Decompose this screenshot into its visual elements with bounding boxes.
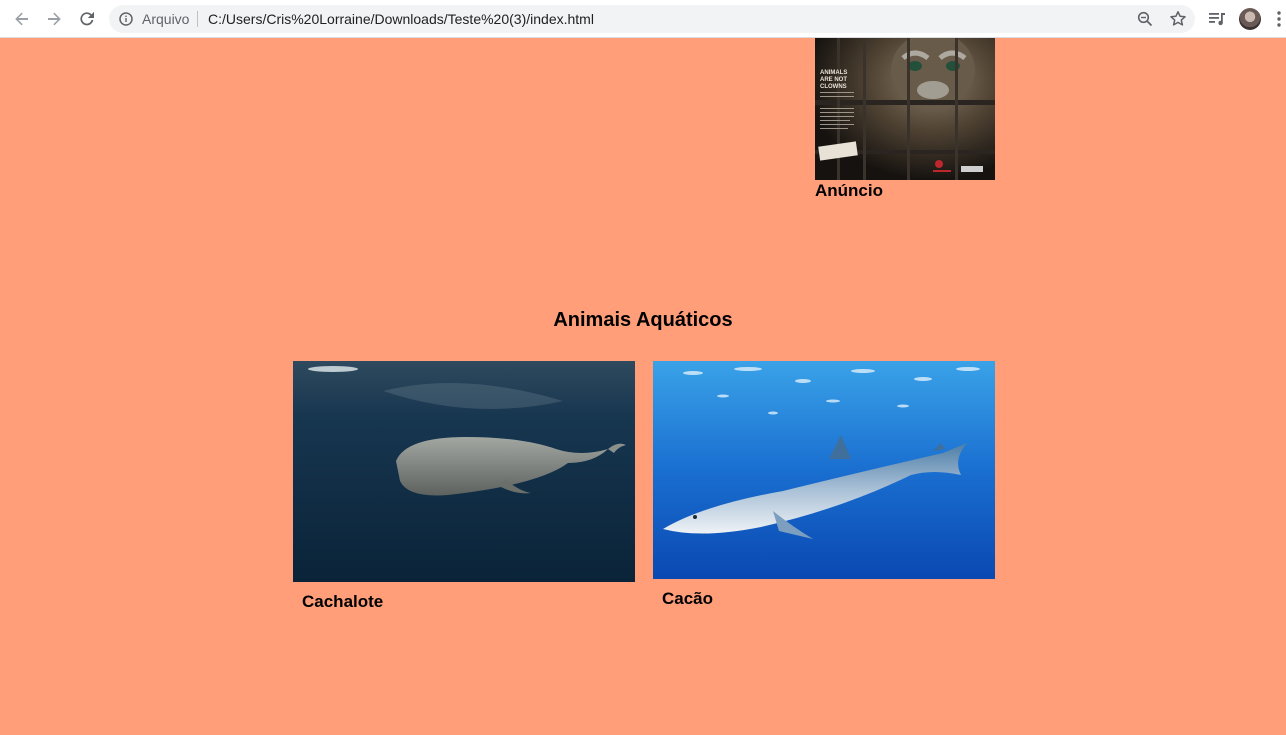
shark-caption: Cacão [662, 589, 714, 608]
svg-text:ANIMALS: ANIMALS [820, 70, 847, 76]
media-icon[interactable] [1207, 9, 1227, 29]
address-bar[interactable]: Arquivo C:/Users/Cris%20Lorraine/Downloa… [109, 5, 1195, 33]
zoom-icon[interactable] [1137, 11, 1153, 27]
scheme-label: Arquivo [142, 11, 190, 27]
omnibox-divider [197, 11, 198, 27]
browser-toolbar: Arquivo C:/Users/Cris%20Lorraine/Downloa… [0, 0, 1286, 38]
svg-text:CLOWNS: CLOWNS [820, 84, 847, 90]
svg-text:ARE NOT: ARE NOT [820, 77, 847, 83]
menu-icon[interactable] [1272, 9, 1286, 29]
reload-button[interactable] [75, 7, 99, 31]
star-icon[interactable] [1169, 10, 1187, 28]
ad-poster-text: ANIMALS ARE NOT CLOWNS [820, 70, 847, 90]
ad-image: ANIMALS ARE NOT CLOWNS [815, 38, 995, 180]
forward-button[interactable] [42, 7, 66, 31]
sperm-whale-caption: Cachalote [302, 592, 384, 611]
info-icon[interactable] [119, 12, 133, 26]
back-icon [15, 12, 28, 26]
ad-caption: Anúncio [815, 181, 883, 200]
back-button[interactable] [10, 7, 34, 31]
url-text[interactable]: C:/Users/Cris%20Lorraine/Downloads/Teste… [208, 11, 594, 27]
forward-icon [48, 12, 61, 26]
section-title: Animais Aquáticos [553, 309, 733, 331]
avatar[interactable] [1239, 8, 1261, 30]
shark-image [653, 361, 995, 579]
reload-icon [80, 11, 94, 26]
sperm-whale-image [293, 361, 635, 582]
